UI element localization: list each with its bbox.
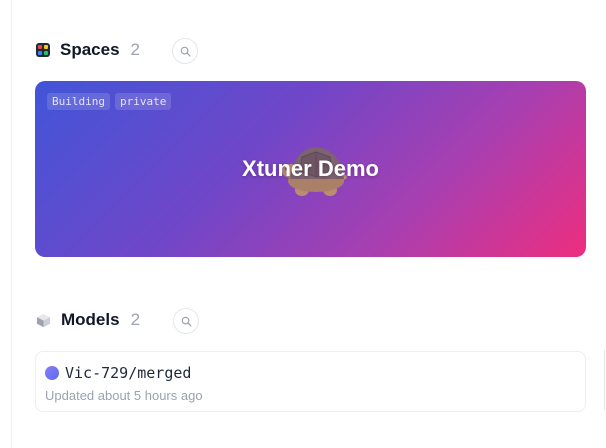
- spaces-grid-icon: [36, 43, 50, 57]
- model-name[interactable]: Vic-729/merged: [65, 364, 191, 382]
- right-edge-divider: [604, 350, 605, 410]
- models-header: Models 2: [36, 308, 140, 332]
- search-icon: [181, 316, 192, 327]
- tag-private: private: [114, 93, 172, 110]
- space-title: Xtuner Demo: [242, 156, 379, 181]
- model-updated-time: Updated about 5 hours ago: [45, 388, 203, 403]
- models-title: Models: [61, 310, 120, 329]
- tag-building: Building: [47, 93, 110, 110]
- cube-icon: [36, 313, 51, 328]
- space-tags: Building private: [47, 93, 172, 110]
- spaces-count: 2: [130, 40, 141, 59]
- left-divider: [11, 0, 12, 448]
- spaces-header: Spaces 2: [36, 38, 140, 62]
- space-card-xtuner-demo[interactable]: Building private Xtuner Demo: [35, 81, 586, 257]
- avatar: [45, 366, 59, 380]
- model-card-vic-729-merged[interactable]: Vic-729/merged Updated about 5 hours ago: [35, 351, 586, 412]
- spaces-search-button[interactable]: [172, 38, 198, 64]
- spaces-title: Spaces: [60, 40, 120, 59]
- models-count: 2: [130, 310, 141, 329]
- models-search-button[interactable]: [173, 308, 199, 334]
- search-icon: [180, 46, 191, 57]
